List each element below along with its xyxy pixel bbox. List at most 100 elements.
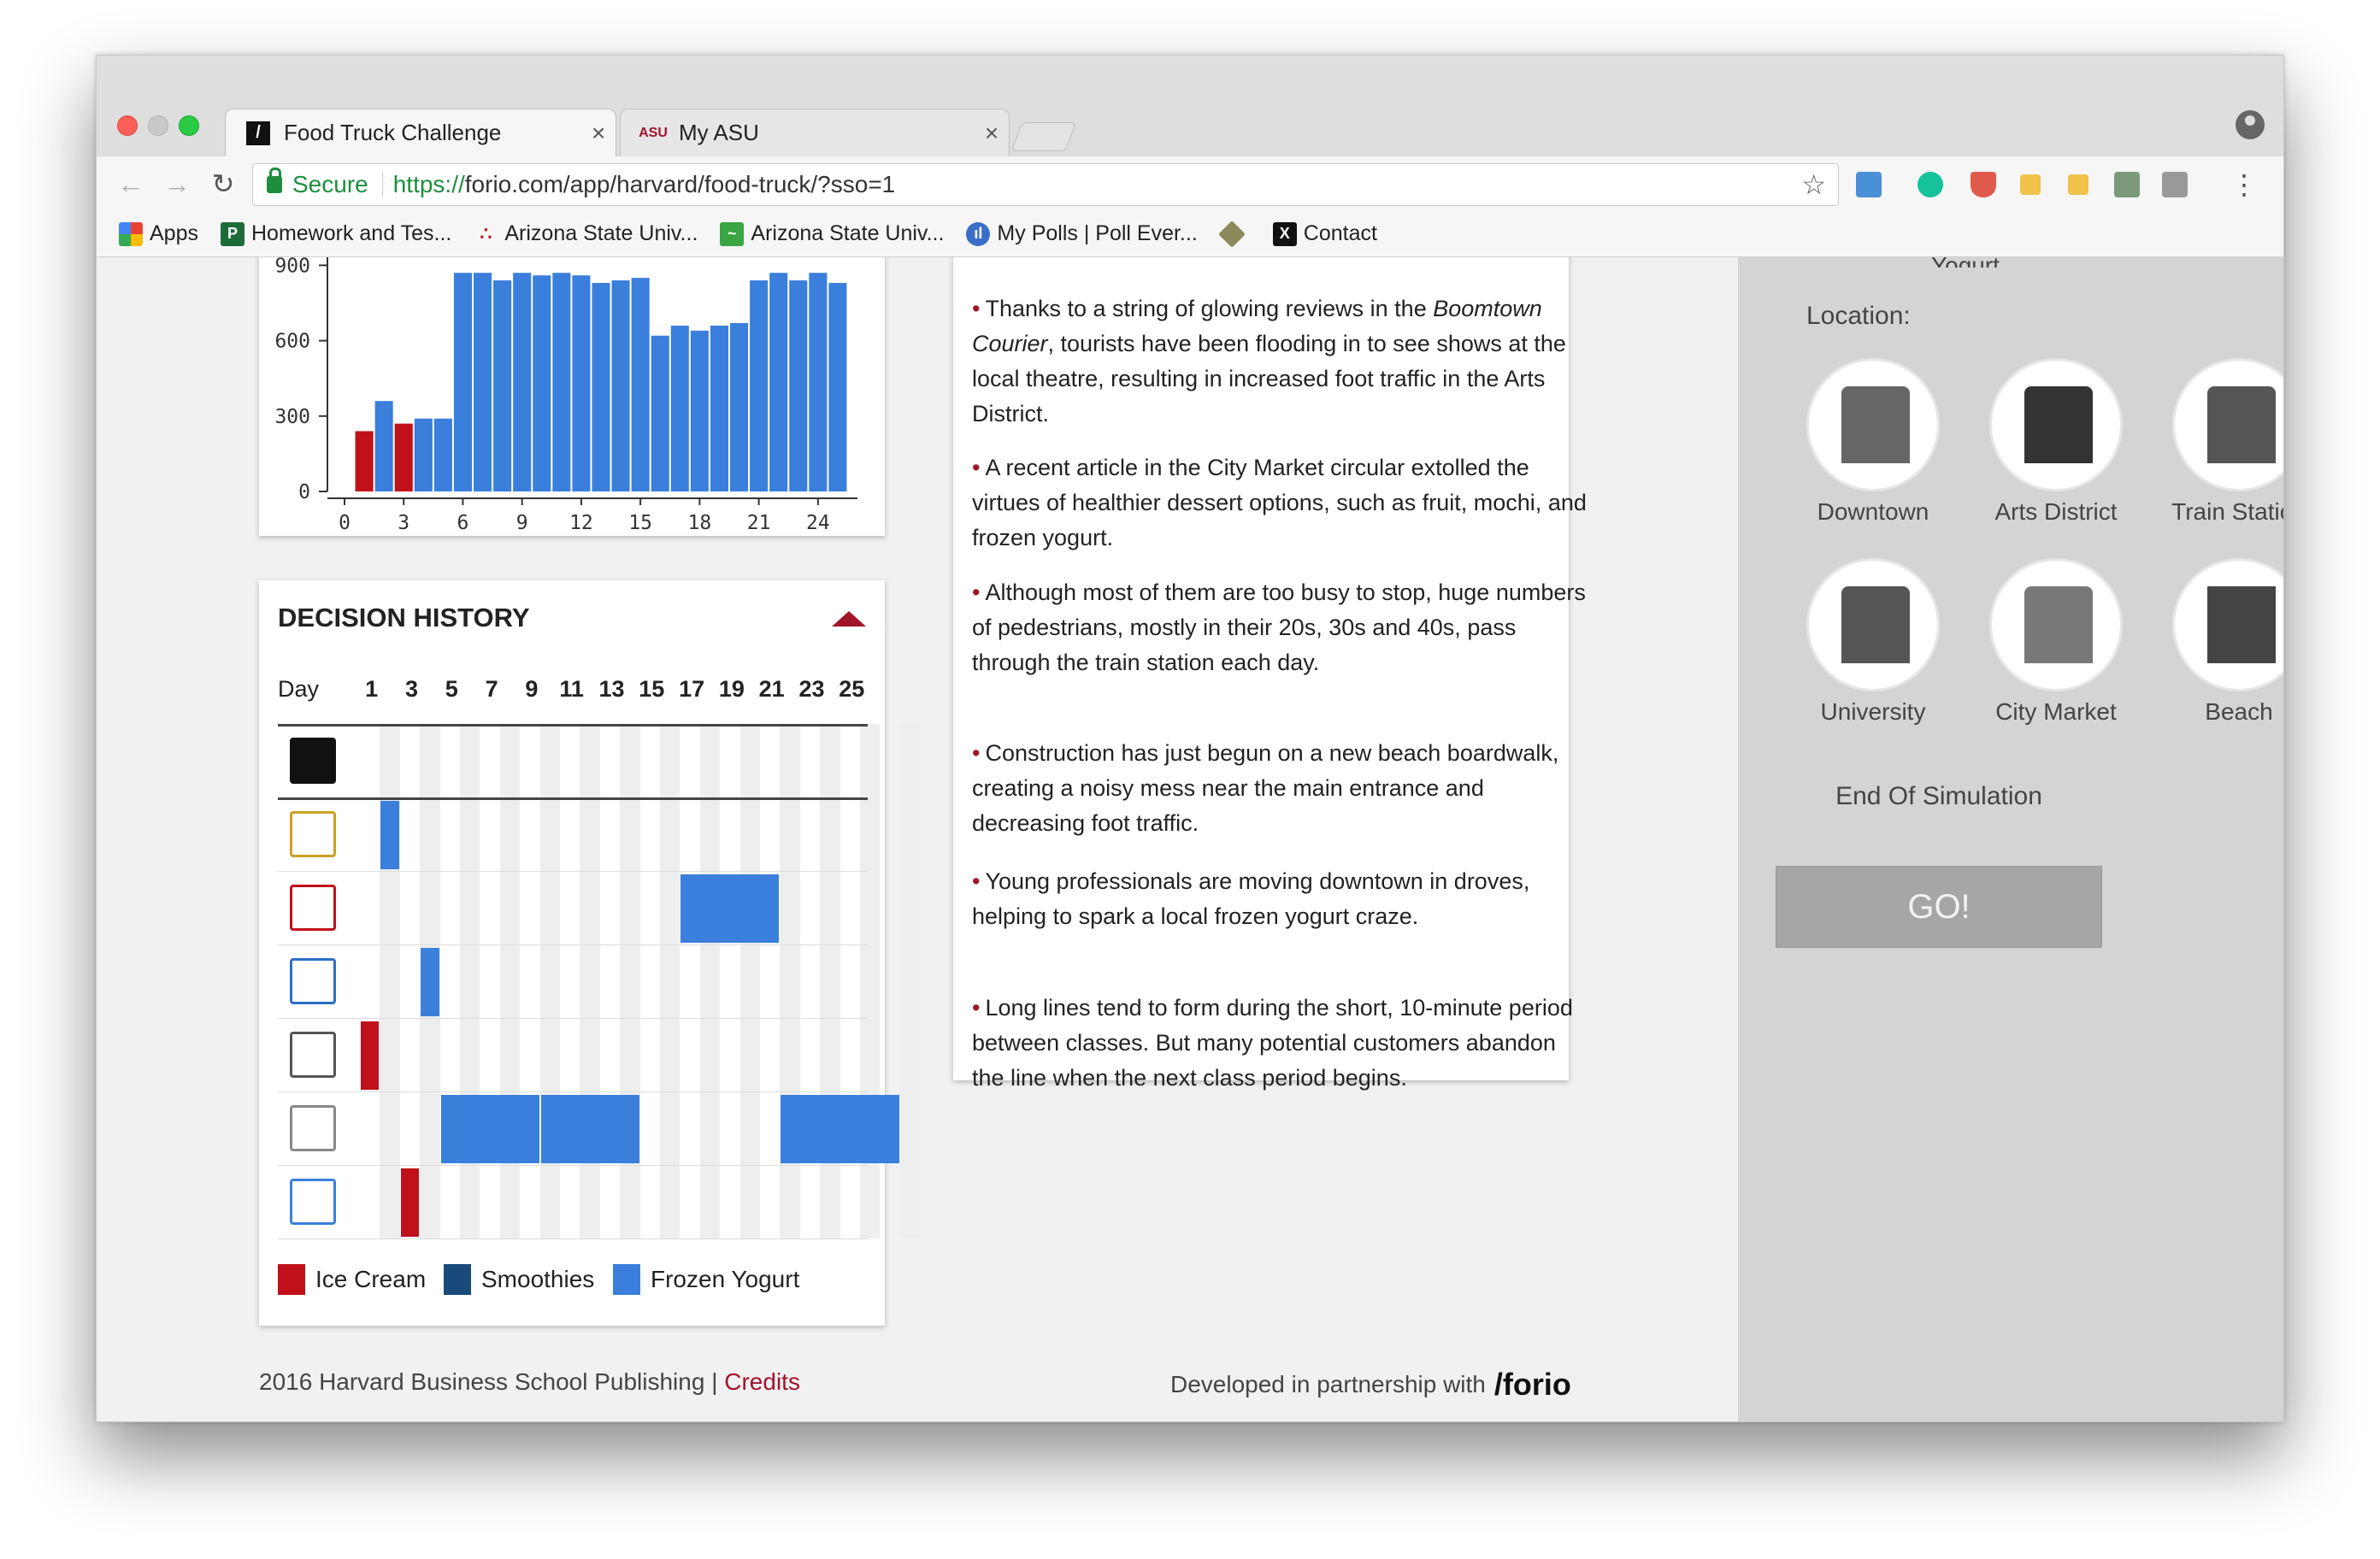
legend-swatch xyxy=(444,1264,471,1295)
day-number: 23 xyxy=(798,676,825,702)
close-tab-icon[interactable]: × xyxy=(581,120,616,147)
x-tick-label: 9 xyxy=(516,512,528,534)
forward-arrow-icon[interactable]: → xyxy=(162,168,192,199)
bookmark-label: Apps xyxy=(150,221,198,245)
x-tick-label: 6 xyxy=(457,512,469,534)
decision-bar xyxy=(680,874,780,943)
secure-label: Secure xyxy=(292,171,368,197)
city-market-icon xyxy=(290,1105,336,1151)
sales-bar xyxy=(730,323,749,491)
grammarly-icon[interactable] xyxy=(1918,172,1943,197)
sales-bar xyxy=(394,423,413,491)
news-text: Construction has just begun on a new bea… xyxy=(972,740,1559,836)
zoom-window-button[interactable] xyxy=(179,115,199,136)
day-number: 5 xyxy=(445,676,458,702)
minimize-window-button[interactable] xyxy=(148,115,168,136)
go-button[interactable]: GO! xyxy=(1776,866,2102,948)
news-text: Young professionals are moving downtown … xyxy=(972,868,1530,929)
beach-icon xyxy=(2207,586,2276,663)
sales-bar xyxy=(493,280,512,491)
close-tab-icon[interactable]: × xyxy=(975,120,1009,147)
sales-bar xyxy=(670,325,689,491)
legend-item: Frozen Yogurt xyxy=(613,1264,799,1295)
y-tick-label: 0 xyxy=(298,481,310,503)
sales-bar xyxy=(453,273,472,491)
university-icon xyxy=(1841,586,1910,663)
city-market-icon xyxy=(2024,586,2093,663)
extension-yellow-icon-2[interactable] xyxy=(2068,174,2088,195)
dots-icon: ∴ xyxy=(480,222,492,244)
day-number: 25 xyxy=(839,676,865,702)
bookmark-apps[interactable]: Apps xyxy=(119,221,198,246)
location-option-downtown[interactable] xyxy=(1806,358,1940,491)
bookmark-asu-2[interactable]: ~ Arizona State Univ... xyxy=(720,221,944,246)
day-number: 7 xyxy=(485,676,498,702)
bullet-icon: • xyxy=(972,995,981,1021)
day-number: 19 xyxy=(718,676,745,702)
sales-bar xyxy=(789,280,808,491)
decision-bar xyxy=(439,1095,539,1163)
bookmark-label: Arizona State Univ... xyxy=(751,221,945,245)
screenshot-stage: / Food Truck Challenge × ASU My ASU × ← … xyxy=(0,0,2380,1559)
sales-bar xyxy=(533,275,551,491)
sales-bar xyxy=(769,273,788,491)
location-option-city-market[interactable] xyxy=(1989,558,2123,691)
extension-gray-icon[interactable] xyxy=(2114,172,2140,197)
url-text: forio.com/app/harvard/food-truck/?sso=1 xyxy=(464,171,896,197)
collapse-triangle-icon[interactable] xyxy=(832,611,866,627)
day-number: 15 xyxy=(639,676,665,702)
back-arrow-icon[interactable]: ← xyxy=(115,168,146,199)
sales-bar xyxy=(355,431,374,491)
train-station-icon xyxy=(290,958,336,1004)
reload-icon[interactable]: ↻ xyxy=(208,168,239,199)
news-text: A recent article in the City Market circ… xyxy=(972,455,1587,550)
grid-row-rule xyxy=(278,1238,868,1239)
bookmark-diamond[interactable] xyxy=(1217,220,1251,248)
x-tick-label: 24 xyxy=(806,512,830,534)
grid-row-rule xyxy=(278,1018,868,1019)
sales-bar xyxy=(651,335,669,491)
menu-dots-icon[interactable]: ⋮ xyxy=(2230,168,2258,201)
location-option-arts-district[interactable] xyxy=(1989,358,2123,491)
tab-title: My ASU xyxy=(679,120,759,145)
tab-my-asu[interactable]: ASU My ASU × xyxy=(620,109,1010,156)
address-bar[interactable]: Secure https://forio.com/app/harvard/foo… xyxy=(252,163,1839,206)
forio-logo[interactable]: /forio xyxy=(1494,1367,1571,1403)
decision-history-card: DECISION HISTORY Day 1 3 5 7 9 11 13 15 17 19 21 23 2… xyxy=(259,580,921,1326)
grid-row-rule xyxy=(278,1165,868,1166)
day-number: 21 xyxy=(758,676,785,702)
url-scheme: https:// xyxy=(392,171,465,197)
profile-icon[interactable] xyxy=(2236,110,2265,139)
bookmark-star-icon[interactable]: ☆ xyxy=(1801,168,1826,201)
bookmark-contact[interactable]: X Contact xyxy=(1272,221,1377,246)
news-item: • A recent article in the City Market cir… xyxy=(972,450,1588,556)
bookmark-asu-1[interactable]: ∴ Arizona State Univ... xyxy=(474,221,698,246)
extension-chart-icon[interactable] xyxy=(1856,172,1882,197)
news-item: • Although most of them are too busy to s… xyxy=(972,575,1588,680)
footer-copyright: 2016 Harvard Business School Publishing … xyxy=(259,1368,800,1396)
day-axis-label: Day xyxy=(278,676,320,702)
sales-bar xyxy=(690,330,709,491)
bookmark-homework[interactable]: P Homework and Tes... xyxy=(220,221,451,246)
bookmark-polls[interactable]: ıl My Polls | Poll Ever... xyxy=(966,221,1198,246)
grid-row-rule xyxy=(278,871,868,872)
extension-yellow-icon[interactable] xyxy=(2020,174,2041,195)
diamond-icon xyxy=(1217,220,1246,248)
x-tick-label: 3 xyxy=(398,512,409,534)
tab-food-truck[interactable]: / Food Truck Challenge × xyxy=(225,109,616,156)
grid-row-rule xyxy=(278,1091,868,1092)
credits-link[interactable]: Credits xyxy=(724,1368,800,1395)
decision-bar xyxy=(380,801,399,869)
sales-bar xyxy=(474,273,492,491)
location-option-university[interactable] xyxy=(1806,558,1940,691)
sales-bar xyxy=(611,280,630,491)
sales-chart-card: 0 300 600 900 0 3 6 9 12 15 18 21 24 xyxy=(259,257,885,536)
arts-district-icon xyxy=(290,885,336,931)
day-column-stripe xyxy=(739,724,760,1238)
new-tab-button[interactable] xyxy=(1010,122,1077,151)
legend-label: Ice Cream xyxy=(315,1266,427,1292)
extension-lock-icon[interactable] xyxy=(2162,172,2188,197)
close-window-button[interactable] xyxy=(117,115,138,136)
shield-icon[interactable] xyxy=(1971,172,1996,197)
bookmarks-bar: Apps P Homework and Tes... ∴ Arizona Sta… xyxy=(97,211,2283,257)
